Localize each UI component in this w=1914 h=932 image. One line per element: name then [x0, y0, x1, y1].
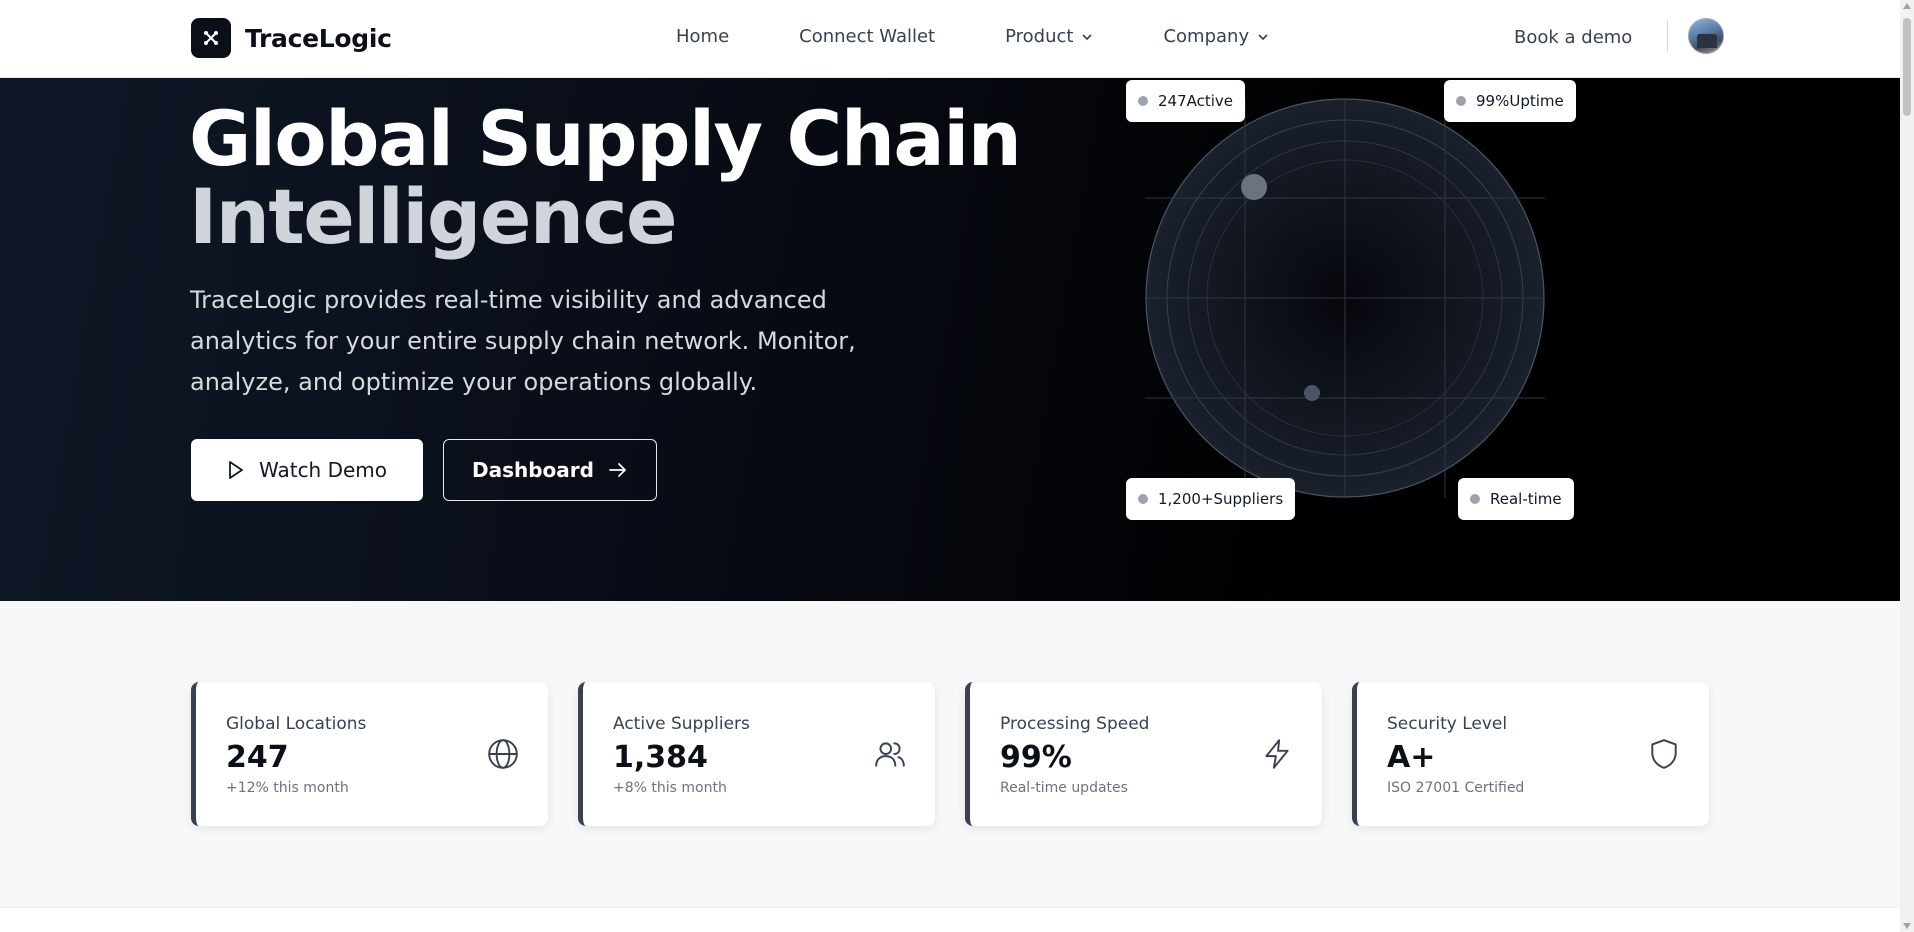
- hero-title: Global Supply Chain Intelligence: [189, 94, 1022, 261]
- status-dot: [1138, 96, 1148, 106]
- stat-sub: Real-time updates: [1000, 780, 1128, 796]
- badge-value: 247: [1158, 92, 1187, 110]
- scroll-down-arrow-icon[interactable]: [1903, 923, 1911, 929]
- location-marker: [1241, 174, 1267, 200]
- chevron-down-icon: [1258, 33, 1268, 40]
- nav-link-label: Company: [1163, 26, 1250, 47]
- brand-logo[interactable]: TraceLogic: [191, 18, 392, 58]
- stat-card-active-suppliers: Active Suppliers 1,384 +8% this month: [578, 682, 935, 826]
- badge-realtime: Real-time: [1458, 478, 1574, 520]
- nav-link-label: Connect Wallet: [799, 26, 936, 47]
- hero-description: TraceLogic provides real-time visibility…: [190, 286, 856, 396]
- stat-value: A+: [1387, 740, 1436, 775]
- badge-active: 247Active: [1126, 80, 1246, 122]
- top-navigation-bar: TraceLogic Home Connect Wallet Product C…: [0, 0, 1900, 78]
- nav-link-label: Home: [676, 26, 730, 47]
- stat-label: Security Level: [1387, 714, 1508, 734]
- stat-label: Active Suppliers: [613, 714, 750, 734]
- next-section-edge: [0, 907, 1900, 932]
- scroll-thumb[interactable]: [1903, 18, 1911, 116]
- logo-mark-icon: [191, 18, 231, 58]
- nav-links: Home Connect Wallet Product Company: [676, 26, 1269, 47]
- badge-label: Real-time: [1490, 490, 1562, 508]
- brand-name: TraceLogic: [245, 23, 392, 53]
- watch-demo-label: Watch Demo: [258, 458, 388, 482]
- dashboard-button[interactable]: Dashboard: [443, 439, 657, 501]
- stat-sub: +8% this month: [613, 780, 727, 796]
- book-demo-link[interactable]: Book a demo: [1514, 27, 1632, 48]
- stat-sub: ISO 27001 Certified: [1387, 780, 1525, 796]
- shield-icon: [1651, 739, 1677, 769]
- stat-label: Global Locations: [226, 714, 367, 734]
- badge-suppliers: 1,200+Suppliers: [1126, 478, 1296, 520]
- stat-value: 1,384: [613, 740, 708, 775]
- stats-row: Global Locations 247 +12% this month Act…: [191, 682, 1709, 826]
- badge-uptime: 99%Uptime: [1444, 80, 1576, 122]
- globe-visualization: [1145, 98, 1545, 498]
- vertical-scrollbar[interactable]: [1900, 0, 1914, 932]
- stat-card-processing-speed: Processing Speed 99% Real-time updates: [965, 682, 1322, 826]
- badge-label: Active: [1186, 92, 1234, 110]
- chevron-down-icon: [1082, 33, 1093, 40]
- badge-label: Suppliers: [1213, 490, 1284, 508]
- globe-icon: [488, 739, 518, 769]
- nav-divider: [1667, 20, 1669, 52]
- stat-value: 247: [226, 740, 289, 775]
- stat-sub: +12% this month: [226, 780, 349, 796]
- stat-label: Processing Speed: [1000, 714, 1150, 734]
- users-icon: [875, 742, 905, 767]
- stat-value: 99%: [1000, 740, 1072, 775]
- nav-right: Book a demo: [1514, 18, 1725, 54]
- hero-title-line1: Global Supply Chain: [189, 94, 1022, 183]
- stat-card-security-level: Security Level A+ ISO 27001 Certified: [1352, 682, 1709, 826]
- scroll-up-arrow-icon[interactable]: [1903, 3, 1911, 9]
- arrow-right-icon: [609, 463, 626, 477]
- status-dot: [1138, 494, 1148, 504]
- status-dot: [1470, 494, 1480, 504]
- badge-value: 1,200+: [1158, 490, 1214, 508]
- badge-label: Uptime: [1509, 92, 1564, 110]
- play-icon: [229, 461, 243, 479]
- hero-section: Global Supply Chain Intelligence TraceLo…: [0, 78, 1900, 601]
- location-marker: [1304, 385, 1320, 401]
- nav-link-product[interactable]: Product: [1005, 26, 1093, 47]
- stat-card-global-locations: Global Locations 247 +12% this month: [191, 682, 548, 826]
- badge-value: 99%: [1476, 92, 1510, 110]
- nav-link-company[interactable]: Company: [1163, 26, 1269, 47]
- hero-title-line2: Intelligence: [189, 172, 678, 261]
- status-dot: [1456, 96, 1466, 106]
- watch-demo-button[interactable]: Watch Demo: [191, 439, 423, 501]
- user-avatar[interactable]: [1688, 18, 1725, 54]
- nav-link-home[interactable]: Home: [676, 26, 729, 47]
- dashboard-label: Dashboard: [472, 458, 594, 482]
- nav-link-label: Product: [1005, 26, 1074, 47]
- nav-link-connect-wallet[interactable]: Connect Wallet: [799, 26, 935, 47]
- lightning-icon: [1265, 739, 1289, 769]
